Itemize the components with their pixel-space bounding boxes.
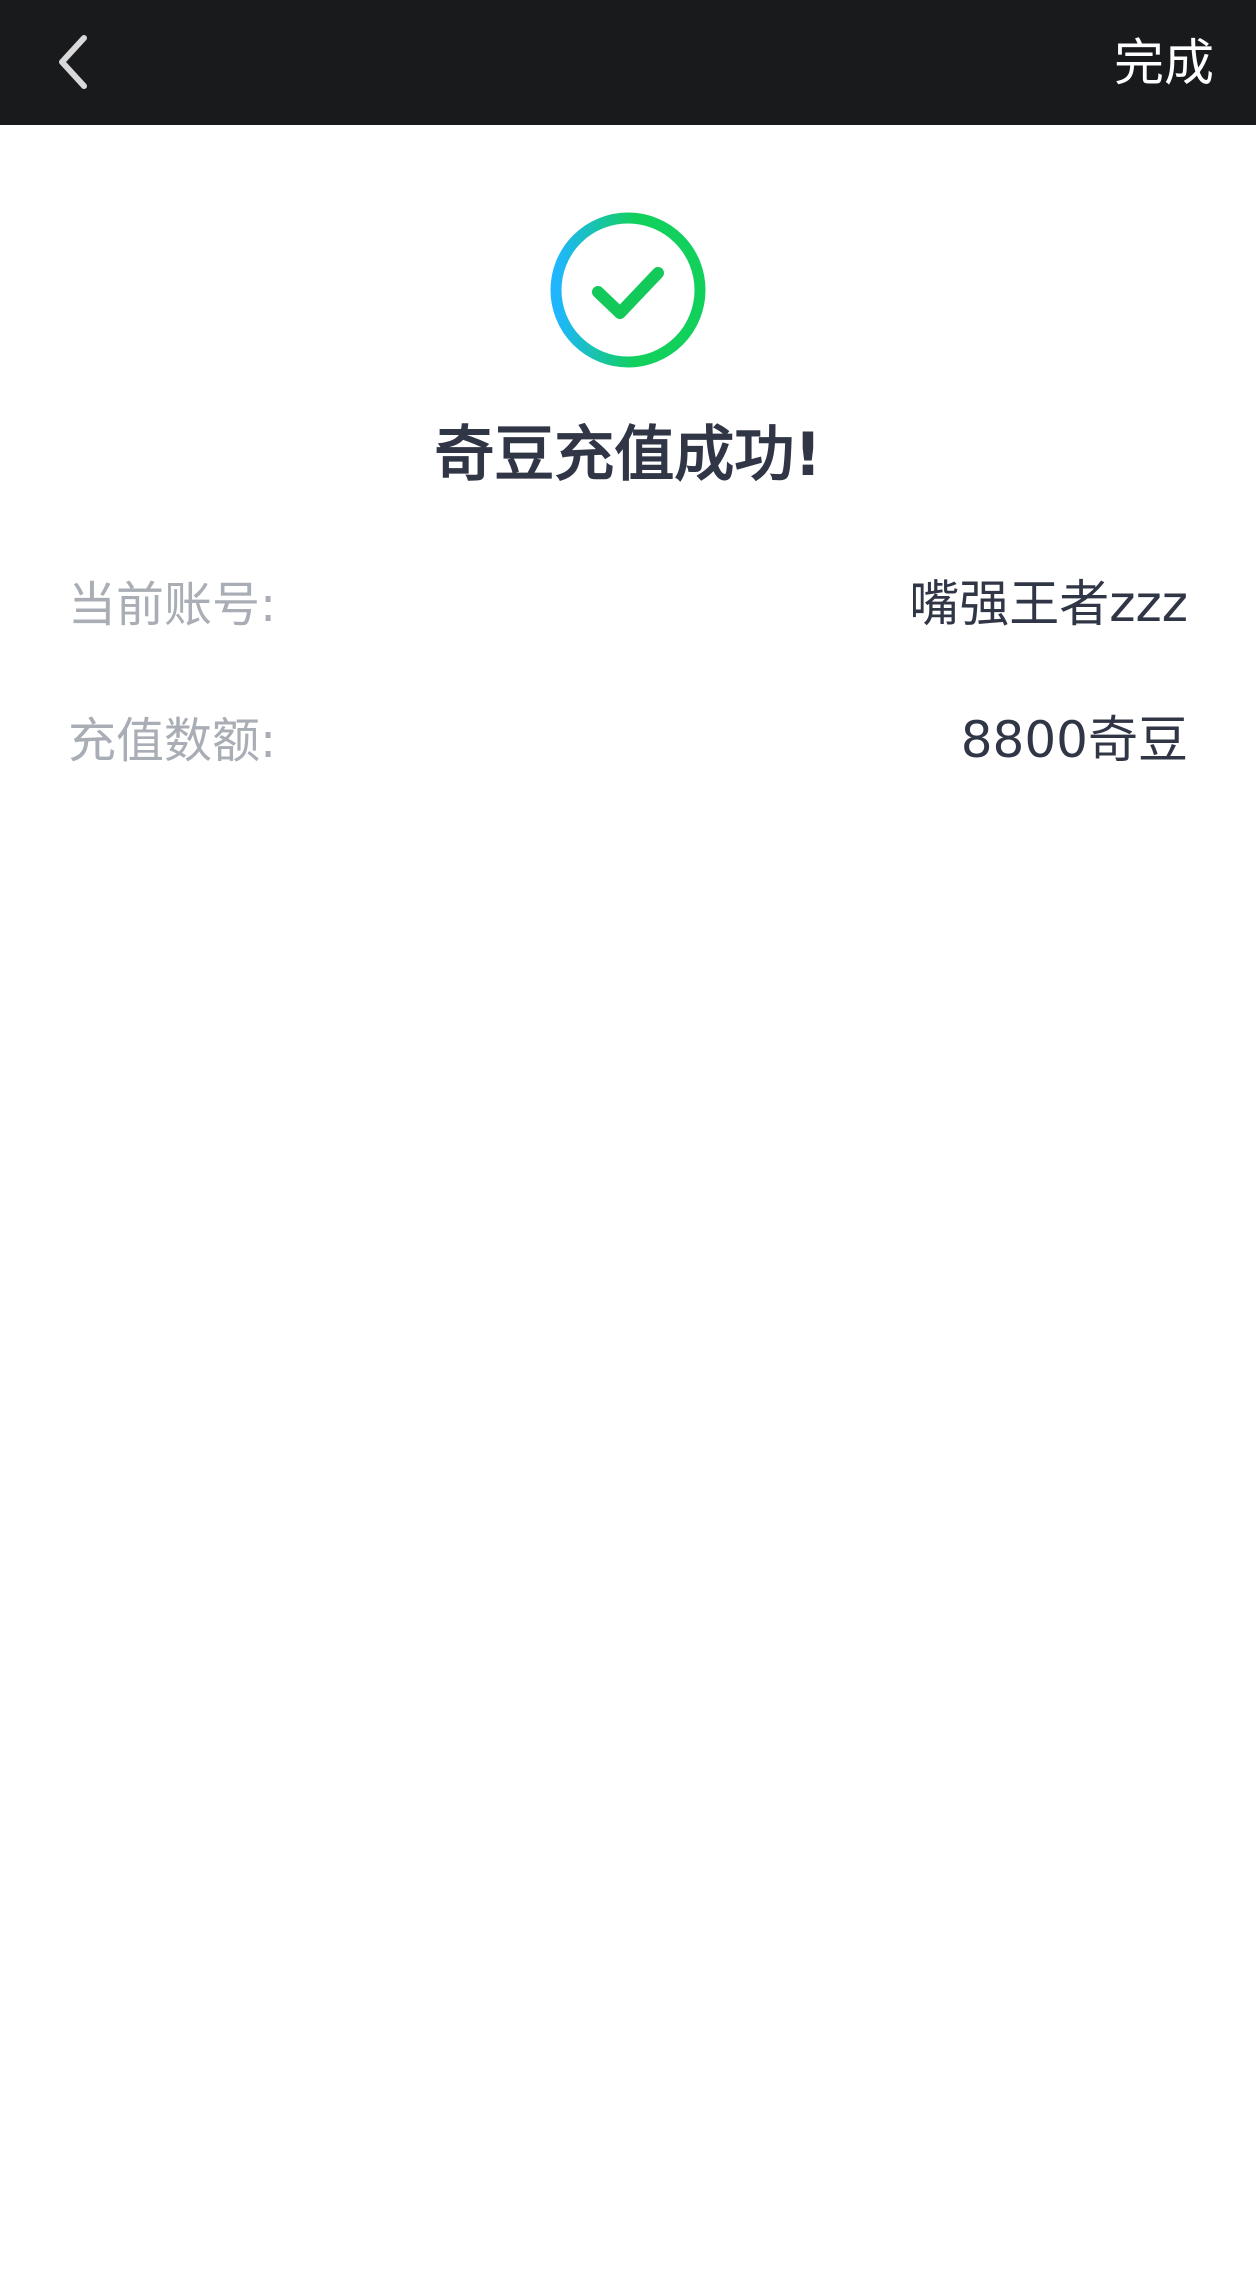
- back-button[interactable]: [34, 22, 114, 102]
- check-circle-icon: [550, 212, 706, 368]
- page-title: [430, 30, 826, 94]
- amount-label: 充值数额:: [68, 713, 277, 769]
- done-button[interactable]: 完成: [1114, 28, 1214, 98]
- account-row: 当前账号: 嘴强王者zzz: [68, 560, 1188, 640]
- amount-row: 充值数额: 8800奇豆: [68, 696, 1188, 776]
- amount-value: 8800奇豆: [960, 711, 1188, 769]
- account-label: 当前账号:: [68, 577, 277, 633]
- top-nav-bar: 完成: [0, 0, 1256, 125]
- chevron-left-icon: [59, 35, 87, 89]
- account-value: 嘴强王者zzz: [909, 575, 1188, 633]
- success-title: 奇豆充值成功!: [434, 420, 822, 490]
